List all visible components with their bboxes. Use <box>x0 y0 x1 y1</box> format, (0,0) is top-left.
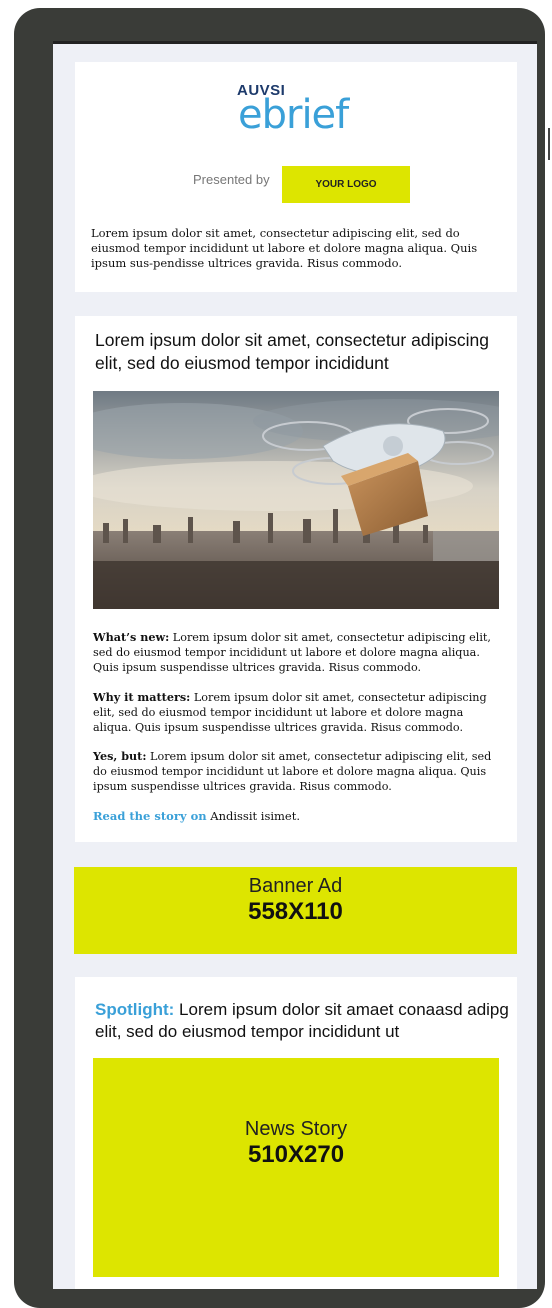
header-card: AUVSI ebrief Presented by YOUR LOGO Lore… <box>75 62 517 292</box>
logo-ebrief-text: ebrief <box>238 92 349 138</box>
story-headline[interactable]: Lorem ipsum dolor sit amet, consectetur … <box>95 329 505 375</box>
email-screen[interactable]: AUVSI ebrief Presented by YOUR LOGO Lore… <box>53 41 537 1289</box>
presented-by-label: Presented by <box>193 172 270 187</box>
story-card: Lorem ipsum dolor sit amet, consectetur … <box>75 316 517 842</box>
phone-frame: AUVSI ebrief Presented by YOUR LOGO Lore… <box>14 8 545 1308</box>
why-it-matters-label: Why it matters: <box>93 690 191 704</box>
read-story-source: Andissit isimet. <box>210 809 301 823</box>
read-story-line: Read the story on Andissit isimet. <box>93 809 300 823</box>
spotlight-label: Spotlight: <box>95 1000 175 1019</box>
read-story-link[interactable]: Read the story on <box>93 809 207 823</box>
spotlight-card: Spotlight: Lorem ipsum dolor sit amaet c… <box>75 977 517 1289</box>
sponsor-logo[interactable]: YOUR LOGO <box>282 166 410 203</box>
scroll-indicator <box>548 128 550 160</box>
banner-ad[interactable]: Banner Ad 558X110 <box>74 867 517 954</box>
story-photo[interactable] <box>93 391 499 609</box>
drone-city-image <box>93 391 499 609</box>
why-it-matters-paragraph: Why it matters: Lorem ipsum dolor sit am… <box>93 690 505 735</box>
yes-but-label: Yes, but: <box>93 749 147 763</box>
news-story-ad[interactable]: News Story 510X270 <box>93 1058 499 1277</box>
yes-but-paragraph: Yes, but: Lorem ipsum dolor sit amet, co… <box>93 749 505 794</box>
news-story-title: News Story <box>244 1118 348 1140</box>
whats-new-paragraph: What’s new: Lorem ipsum dolor sit amet, … <box>93 630 505 675</box>
whats-new-label: What’s new: <box>93 630 170 644</box>
news-story-size: 510X270 <box>247 1141 345 1168</box>
yes-but-text: Lorem ipsum dolor sit amet, consectetur … <box>93 750 492 793</box>
sponsor-logo-label: YOUR LOGO <box>315 179 377 190</box>
banner-ad-title: Banner Ad <box>248 875 343 897</box>
banner-ad-size: 558X110 <box>248 898 343 925</box>
intro-text: Lorem ipsum dolor sit amet, consectetur … <box>91 226 478 270</box>
spotlight-headline[interactable]: Spotlight: Lorem ipsum dolor sit amaet c… <box>95 999 510 1043</box>
